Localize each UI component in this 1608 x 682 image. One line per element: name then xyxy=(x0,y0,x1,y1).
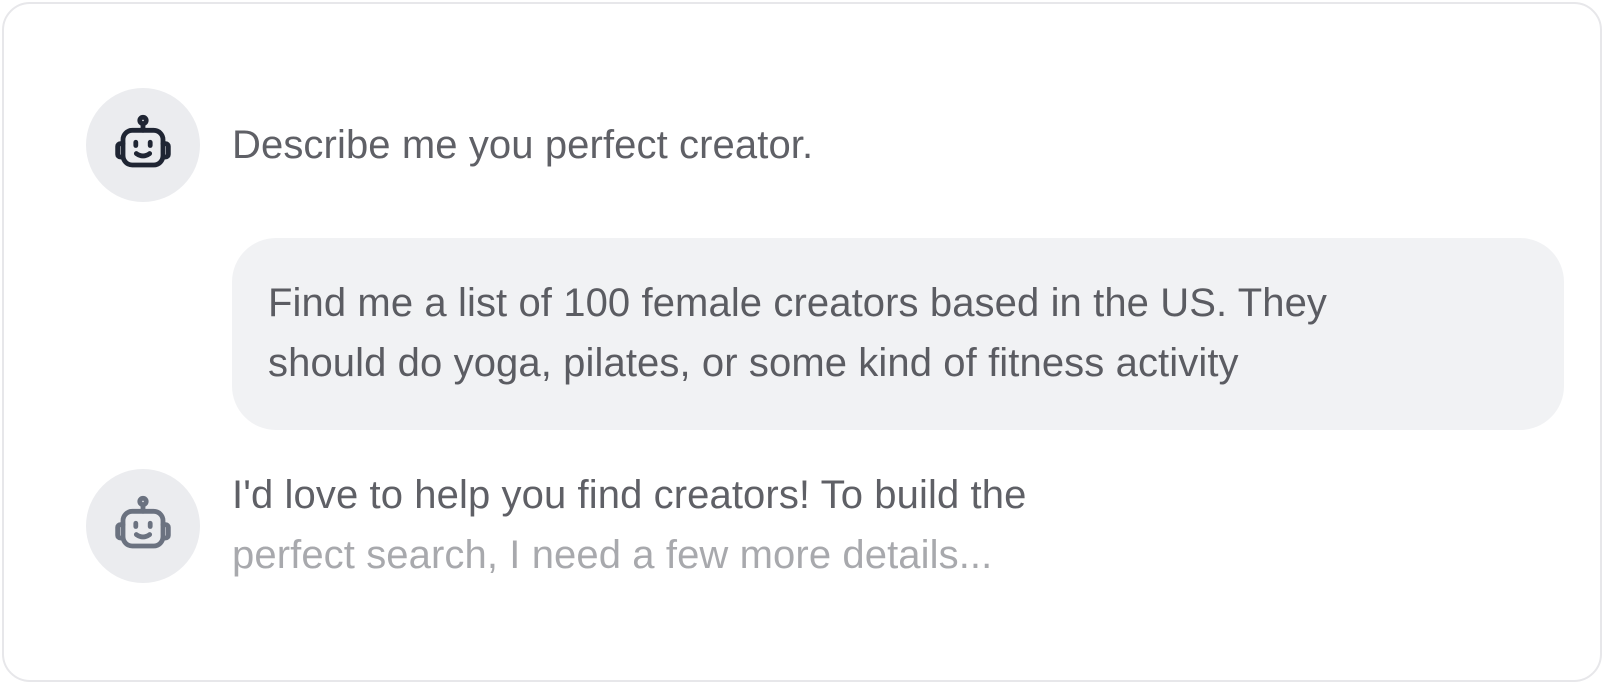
assistant-message-text: Describe me you perfect creator. xyxy=(232,123,814,167)
assistant-avatar xyxy=(86,469,200,583)
robot-icon xyxy=(115,495,171,549)
assistant-message-streaming: I'd love to help you find creators! To b… xyxy=(232,465,1026,585)
user-message-bubble: Find me a list of 100 female creators ba… xyxy=(232,238,1564,430)
assistant-avatar xyxy=(86,88,200,202)
chat-panel: Describe me you perfect creator. Find me… xyxy=(2,2,1602,682)
user-message-line: Find me a list of 100 female creators ba… xyxy=(268,281,1328,325)
assistant-message-line: I'd love to help you find creators! To b… xyxy=(232,473,1027,517)
assistant-message: Describe me you perfect creator. xyxy=(232,115,813,175)
assistant-message-line-fading: perfect search, I need a few more detail… xyxy=(232,533,993,577)
user-message: Find me a list of 100 female creators ba… xyxy=(268,273,1528,393)
robot-icon xyxy=(115,114,171,168)
user-message-line: should do yoga, pilates, or some kind of… xyxy=(268,341,1239,385)
